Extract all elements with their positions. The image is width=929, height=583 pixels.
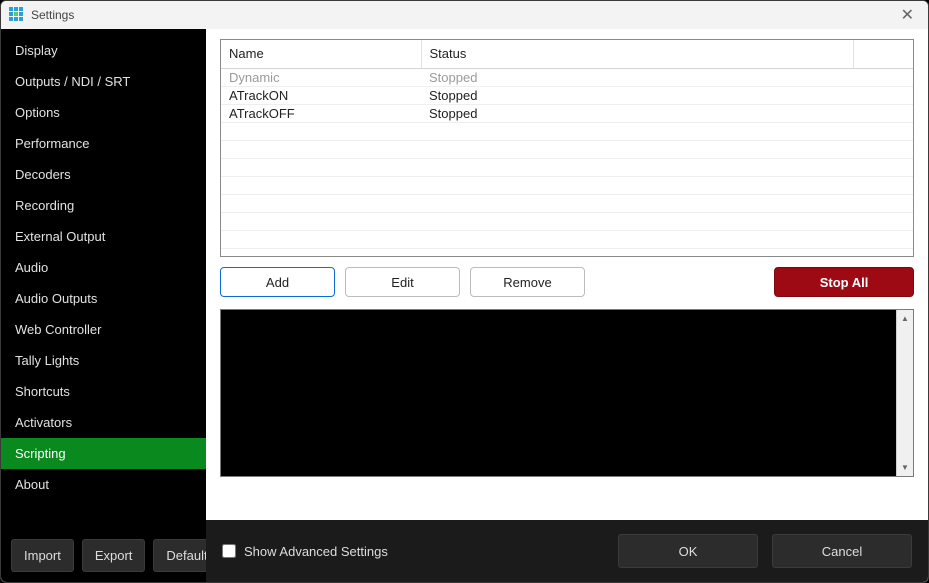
sidebar-item-options[interactable]: Options	[1, 97, 206, 128]
sidebar-item-about[interactable]: About	[1, 469, 206, 500]
script-editor-text[interactable]	[221, 310, 896, 476]
sidebar-item-scripting[interactable]: Scripting	[1, 438, 206, 469]
table-row-empty	[221, 140, 913, 158]
action-row: Add Edit Remove Stop All	[220, 267, 914, 297]
table-row[interactable]: ATrackOFFStopped	[221, 104, 913, 122]
export-button[interactable]: Export	[82, 539, 146, 572]
app-icon	[9, 7, 25, 23]
cancel-button[interactable]: Cancel	[772, 534, 912, 568]
column-header-status[interactable]: Status	[421, 40, 853, 68]
sidebar-item-audio[interactable]: Audio	[1, 252, 206, 283]
cell-name: ATrackON	[221, 86, 421, 104]
table-row-empty	[221, 212, 913, 230]
cell-name: ATrackOFF	[221, 104, 421, 122]
sidebar-list: DisplayOutputs / NDI / SRTOptionsPerform…	[1, 29, 206, 529]
script-table[interactable]: Name Status DynamicStoppedATrackONStoppe…	[220, 39, 914, 257]
show-advanced-label: Show Advanced Settings	[244, 544, 388, 559]
remove-button[interactable]: Remove	[470, 267, 585, 297]
close-icon[interactable]: ✕	[895, 5, 920, 25]
show-advanced-input[interactable]	[222, 544, 236, 558]
scrollbar[interactable]: ▲ ▼	[896, 310, 913, 476]
import-button[interactable]: Import	[11, 539, 74, 572]
table-row-empty	[221, 194, 913, 212]
cell-name: Dynamic	[221, 68, 421, 86]
cell-status: Stopped	[421, 68, 853, 86]
sidebar: DisplayOutputs / NDI / SRTOptionsPerform…	[1, 29, 206, 582]
table-row[interactable]: ATrackONStopped	[221, 86, 913, 104]
sidebar-item-activators[interactable]: Activators	[1, 407, 206, 438]
sidebar-item-outputs-ndi-srt[interactable]: Outputs / NDI / SRT	[1, 66, 206, 97]
bottom-bar: Show Advanced Settings OK Cancel	[206, 520, 928, 582]
ok-button[interactable]: OK	[618, 534, 758, 568]
scroll-up-icon[interactable]: ▲	[897, 310, 914, 327]
stop-all-button[interactable]: Stop All	[774, 267, 914, 297]
add-button[interactable]: Add	[220, 267, 335, 297]
show-advanced-checkbox[interactable]: Show Advanced Settings	[222, 544, 388, 559]
sidebar-item-performance[interactable]: Performance	[1, 128, 206, 159]
cell-extra	[853, 86, 913, 104]
table-row-empty	[221, 176, 913, 194]
column-header-extra[interactable]	[853, 40, 913, 68]
cell-status: Stopped	[421, 104, 853, 122]
cell-extra	[853, 68, 913, 86]
table-row[interactable]: DynamicStopped	[221, 68, 913, 86]
sidebar-item-web-controller[interactable]: Web Controller	[1, 314, 206, 345]
window-title: Settings	[31, 8, 74, 22]
sidebar-item-recording[interactable]: Recording	[1, 190, 206, 221]
settings-window: Settings ✕ DisplayOutputs / NDI / SRTOpt…	[0, 0, 929, 583]
sidebar-item-decoders[interactable]: Decoders	[1, 159, 206, 190]
sidebar-item-shortcuts[interactable]: Shortcuts	[1, 376, 206, 407]
table-row-empty	[221, 122, 913, 140]
table-row-empty	[221, 230, 913, 248]
script-editor: ▲ ▼	[220, 309, 914, 477]
column-header-name[interactable]: Name	[221, 40, 421, 68]
table-row-empty	[221, 158, 913, 176]
titlebar: Settings ✕	[1, 1, 928, 29]
scroll-down-icon[interactable]: ▼	[897, 459, 914, 476]
sidebar-item-external-output[interactable]: External Output	[1, 221, 206, 252]
sidebar-footer: Import Export Default	[1, 529, 206, 582]
table-row-empty	[221, 248, 913, 257]
cell-status: Stopped	[421, 86, 853, 104]
edit-button[interactable]: Edit	[345, 267, 460, 297]
sidebar-item-audio-outputs[interactable]: Audio Outputs	[1, 283, 206, 314]
sidebar-item-display[interactable]: Display	[1, 35, 206, 66]
sidebar-item-tally-lights[interactable]: Tally Lights	[1, 345, 206, 376]
cell-extra	[853, 104, 913, 122]
main-panel: Name Status DynamicStoppedATrackONStoppe…	[206, 29, 928, 582]
